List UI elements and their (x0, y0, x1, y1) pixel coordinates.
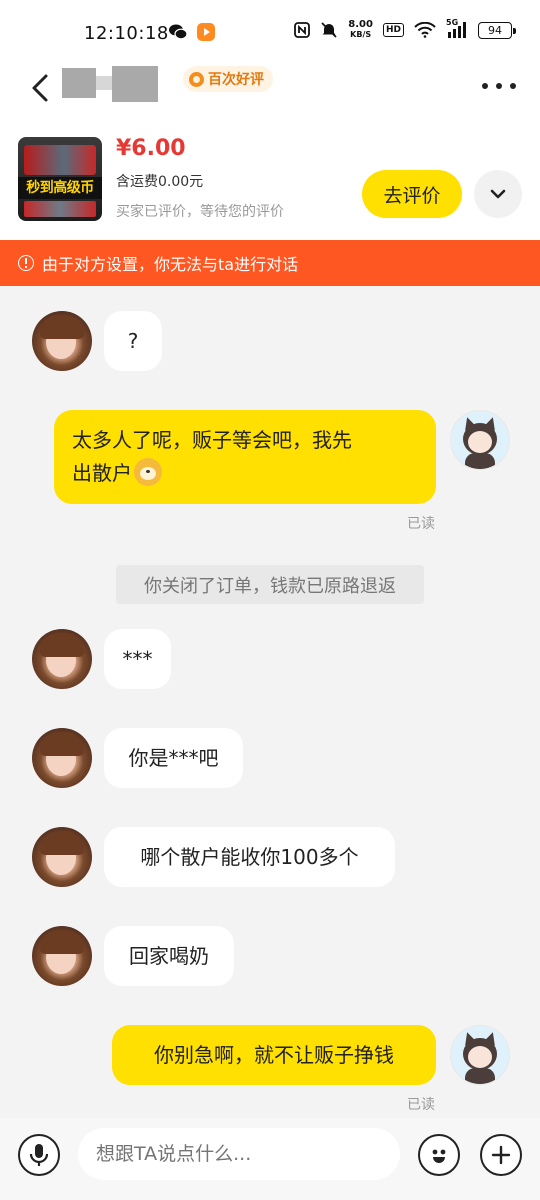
product-thumbnail[interactable]: 秒到高级币 (18, 137, 102, 221)
mute-icon (321, 22, 337, 38)
status-bar: 12:10:18 8.00 KB/S HD 5G 94 (0, 0, 540, 66)
message-bubble: 回家喝奶 (104, 926, 234, 986)
badge-icon (189, 71, 204, 87)
cell-signal: 5G (446, 18, 468, 39)
voice-button[interactable] (18, 1134, 60, 1176)
more-dot-icon (496, 83, 502, 89)
wifi-icon (414, 22, 436, 38)
battery-indicator: 94 (478, 21, 516, 39)
message-bubble: 你别急啊，就不让贩子挣钱 (112, 1025, 436, 1085)
status-time: 12:10:18 (84, 23, 169, 44)
battery-level: 94 (488, 23, 502, 37)
back-button[interactable] (22, 68, 58, 108)
seller-avatar[interactable] (32, 728, 92, 788)
seller-avatar[interactable] (32, 926, 92, 986)
video-app-icon (197, 23, 215, 41)
more-dot-icon (510, 83, 516, 89)
product-price: ¥6.00 (116, 136, 186, 161)
hd-badge: HD (382, 23, 404, 37)
message-text: 回家喝奶 (129, 944, 209, 968)
message-text: 你是***吧 (128, 746, 219, 770)
message-bubble: 哪个散户能收你100多个 (104, 827, 395, 887)
system-message: 你关闭了订单，钱款已原路退返 (116, 565, 424, 604)
net-speed-unit: KB/S (350, 30, 372, 39)
input-bar (0, 1118, 540, 1200)
microphone-icon (29, 1144, 49, 1166)
seller-avatar[interactable] (32, 629, 92, 689)
network-speed: 8.00 KB/S (348, 20, 373, 40)
message-bubble: *** (104, 629, 171, 689)
status-right-icons: 8.00 KB/S HD 5G 94 (294, 18, 516, 40)
message-input[interactable] (78, 1128, 400, 1180)
more-dot-icon (482, 83, 488, 89)
message-text: 哪个散户能收你100多个 (140, 845, 359, 869)
message-text-line2-wrap: 出散户 (72, 457, 162, 490)
expand-button[interactable] (474, 170, 522, 218)
doge-emoji-icon (134, 458, 162, 486)
nfc-icon (294, 22, 311, 38)
rating-badge: 百次好评 (183, 66, 273, 92)
read-receipt: 已读 (407, 516, 435, 532)
message-text-line2: 出散户 (72, 461, 132, 485)
badge-label: 百次好评 (208, 72, 264, 88)
message-text-line1: 太多人了呢，贩子等会吧，我先 (72, 428, 352, 452)
thumb-caption: 秒到高级币 (18, 177, 102, 199)
shipping-info: 含运费0.00元 (116, 174, 204, 190)
message-text: *** (122, 647, 153, 671)
chevron-down-icon (490, 189, 506, 199)
my-avatar[interactable] (450, 410, 510, 470)
message-bubble: ? (104, 311, 162, 371)
smiley-icon (432, 1149, 446, 1163)
plus-icon (491, 1145, 511, 1165)
thumb-screenshot-bottom (24, 201, 96, 217)
blurred-username (56, 66, 176, 104)
cat-face (468, 431, 492, 453)
chat-header: 百次好评 (0, 66, 540, 124)
restriction-notice: 由于对方设置，你无法与ta进行对话 (0, 240, 540, 286)
message-text: 你别急啊，就不让贩子挣钱 (154, 1043, 394, 1067)
net-speed-value: 8.00 (348, 19, 373, 30)
message-bubble: 你是***吧 (104, 728, 243, 788)
cat-body (465, 1068, 495, 1084)
cat-face (468, 1046, 492, 1068)
warning-icon (18, 255, 34, 271)
product-card: 秒到高级币 ¥6.00 含运费0.00元 买家已评价，等待您的评价 去评价 (0, 124, 540, 240)
signal-bars-icon (448, 22, 466, 38)
message-text: ? (127, 329, 139, 353)
emoji-button[interactable] (418, 1134, 460, 1176)
wechat-icon (169, 24, 188, 40)
status-notification-icons (168, 22, 216, 42)
notice-text: 由于对方设置，你无法与ta进行对话 (42, 255, 299, 274)
more-options-button[interactable] (482, 74, 516, 98)
read-receipt: 已读 (407, 1097, 435, 1113)
cat-body (465, 453, 495, 469)
seller-avatar[interactable] (32, 311, 92, 371)
my-avatar[interactable] (450, 1025, 510, 1085)
add-attachment-button[interactable] (480, 1134, 522, 1176)
thumb-screenshot-top (24, 145, 96, 175)
chevron-left-icon (32, 74, 48, 102)
message-bubble: 太多人了呢，贩子等会吧，我先 出散户 (54, 410, 436, 504)
review-button[interactable]: 去评价 (362, 170, 462, 218)
seller-avatar[interactable] (32, 827, 92, 887)
review-status: 买家已评价，等待您的评价 (116, 204, 284, 220)
